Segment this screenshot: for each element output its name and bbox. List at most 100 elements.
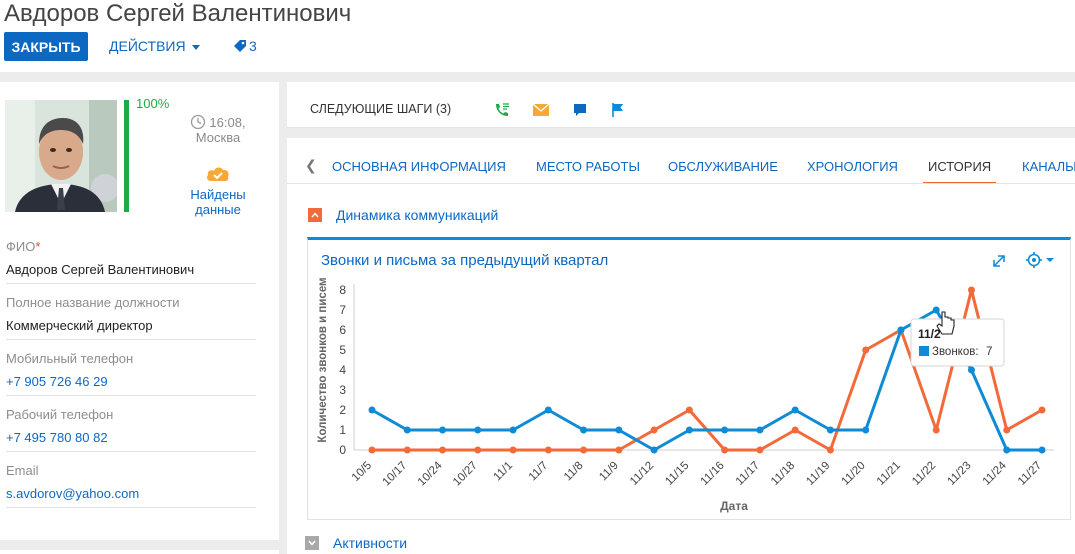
x-tick-label: 10/24 [416,459,445,488]
x-tick-label: 11/21 [875,460,903,488]
mobile-phone-link[interactable]: +7 905 726 46 29 [6,374,256,396]
tooltip-value: 7 [986,346,992,358]
found-data-link[interactable]: Найдены данные [186,164,250,217]
emails-series-point [439,446,447,454]
calls-series-point [1003,446,1011,454]
email-link[interactable]: s.avdorov@yahoo.com [6,486,256,508]
field-email: Email s.avdorov@yahoo.com [6,463,256,508]
call-icon[interactable] [493,101,511,119]
calls-series-point [439,426,447,434]
x-tick-label: 11/19 [804,460,832,488]
y-tick-label: 3 [339,383,346,397]
profile-completeness-value: 100% [136,96,170,111]
calls-series-point [721,426,729,434]
actions-label: ДЕЙСТВИЯ [109,38,186,54]
calls-series-point [862,426,870,434]
calls-series-point [403,426,411,434]
emails-series-point [615,446,623,454]
found-data-label-1: Найдены [190,187,246,202]
panel-splitter[interactable] [279,72,287,554]
calls-series-point [685,426,693,434]
email-icon[interactable] [532,101,550,119]
calls-series-point [826,426,834,434]
emails-series-point [862,346,870,354]
emails-series-point [650,426,658,434]
calls-series-point [509,426,517,434]
x-tick-label: 10/27 [451,460,480,489]
city-name: Москва [195,130,241,145]
field-label: Полное название должности [6,295,180,310]
emails-series-point [721,446,729,454]
tab-timeline[interactable]: ХРОНОЛОГИЯ [807,159,898,174]
tab-bar: ❮ ОСНОВНАЯ ИНФОРМАЦИЯ МЕСТО РАБОТЫ ОБСЛУ… [287,138,1075,184]
chat-icon[interactable] [571,101,589,119]
calls-series-point [932,306,940,314]
full-name-value[interactable]: Авдоров Сергей Валентинович [6,262,256,284]
emails-series-point [932,426,940,434]
actions-dropdown-button[interactable]: ДЕЙСТВИЯ [109,38,200,54]
expand-icon[interactable] [990,252,1008,270]
x-tick-label: 11/8 [562,460,586,484]
flag-icon[interactable] [609,101,627,119]
tags-button[interactable]: 3 [233,38,257,54]
calls-emails-chart: 0 1 2 3 4 5 6 7 8 10/5 10/17 10/24 10/27 11/1 11/7 11/8… [317,252,1054,513]
active-tab-indicator [923,182,996,183]
y-tick-label: 8 [339,283,346,297]
cloud-check-icon [207,167,229,181]
settings-gear-icon[interactable] [1026,252,1054,268]
tab-channels[interactable]: КАНАЛЫ [1022,159,1075,174]
emails-series-point [967,286,975,294]
next-steps-label[interactable]: СЛЕДУЮЩИЕ ШАГИ (3) [310,102,451,116]
calls-series-point [650,446,658,454]
calls-series-point [544,406,552,414]
work-phone-link[interactable]: +7 495 780 80 82 [6,430,256,452]
section-communication-dynamics[interactable]: Динамика коммуникаций [308,207,498,223]
y-axis-title: Количество звонков и писем [317,277,329,442]
tab-history[interactable]: ИСТОРИЯ [928,159,991,174]
tab-main-info[interactable]: ОСНОВНАЯ ИНФОРМАЦИЯ [332,159,506,174]
job-title-value[interactable]: Коммерческий директор [6,318,256,340]
expand-section-icon[interactable] [305,536,319,550]
emails-series-point [368,446,376,454]
x-tick-label: 11/16 [699,460,727,488]
section-activities[interactable]: Активности [305,535,407,551]
x-tick-label: 11/15 [663,460,691,488]
emails-series-point [544,446,552,454]
calls-series-point [474,426,482,434]
tab-workplace[interactable]: МЕСТО РАБОТЫ [536,159,640,174]
x-axis-title: Дата [720,499,748,513]
local-time-value: 16:08, [209,114,246,130]
y-tick-label: 5 [339,343,346,357]
calls-series-point [897,326,905,334]
emails-series-point [403,446,411,454]
field-label: Мобильный телефон [6,351,134,366]
left-bottom-separator [0,540,279,550]
tag-count: 3 [249,38,257,54]
close-button[interactable]: ЗАКРЫТЬ [4,32,88,61]
y-tick-label: 2 [339,403,346,417]
x-tick-label: 11/18 [769,460,797,488]
x-tick-label: 11/1 [491,460,515,484]
x-tick-label: 11/9 [597,460,621,484]
tabs-scroll-left-icon[interactable]: ❮ [305,157,317,174]
emails-series-point [791,426,799,434]
tooltip-series-label: Звонков: [932,346,979,358]
contact-photo[interactable] [5,100,117,212]
x-tick-label: 11/27 [1016,460,1044,488]
section-title: Динамика коммуникаций [336,207,499,223]
x-tick-label: 10/5 [350,460,374,484]
field-label: ФИО [6,239,36,254]
emails-series-point [1003,426,1011,434]
y-tick-label: 1 [339,423,346,437]
dashboard-chart-card: Звонки и письма за предыдущий квартал 01… [307,237,1071,520]
collapse-icon[interactable] [308,208,322,222]
emails-series-point [826,446,834,454]
content-separator [287,128,1075,138]
tab-service[interactable]: ОБСЛУЖИВАНИЕ [668,159,778,174]
local-time: 16:08, Москва [186,114,250,145]
y-tick-label: 6 [339,323,346,337]
calls-series-point [791,406,799,414]
emails-series-point [474,446,482,454]
calls-series-point [1038,446,1046,454]
emails-series-point [685,406,693,414]
